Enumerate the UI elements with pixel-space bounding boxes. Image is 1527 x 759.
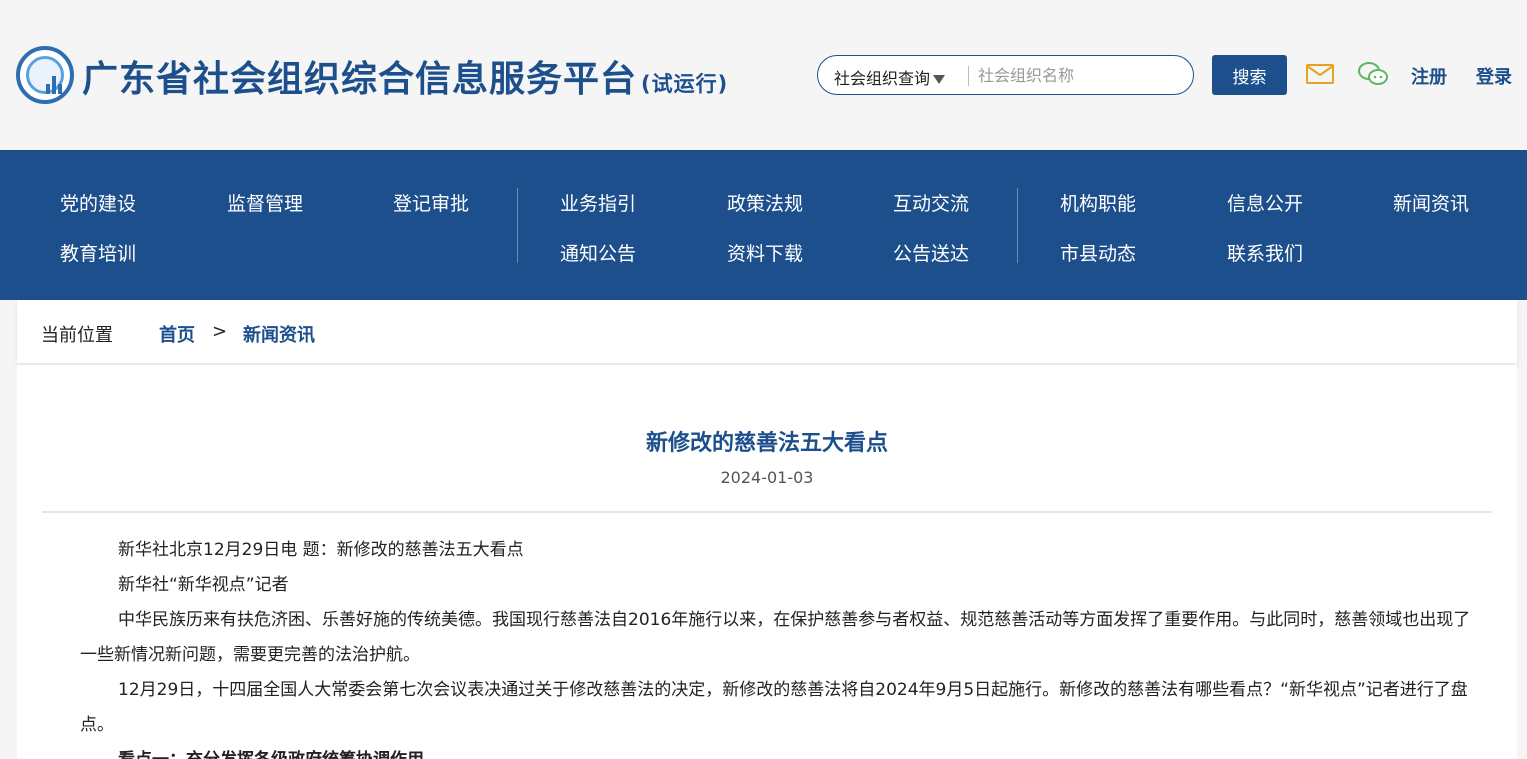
article-subheading: 看点一：充分发挥各级政府统筹协调作用: [80, 743, 1480, 759]
register-link[interactable]: 注册: [1411, 63, 1447, 89]
search-input[interactable]: [978, 60, 1178, 90]
search-type-label: 社会组织查询: [834, 69, 931, 88]
nav-separator: [517, 188, 518, 263]
nav-item-contact[interactable]: 联系我们: [1227, 239, 1303, 266]
nav-item-registration[interactable]: 登记审批: [393, 189, 469, 216]
mail-icon[interactable]: [1306, 64, 1334, 84]
article-title: 新修改的慈善法五大看点: [645, 431, 888, 456]
search-divider: [968, 66, 969, 86]
nav-separator: [1017, 188, 1018, 263]
breadcrumb-label: 当前位置: [41, 325, 113, 346]
logo-emblem-icon[interactable]: [16, 46, 74, 104]
nav-item-party-building[interactable]: 党的建设: [60, 189, 136, 216]
site-header: 广东省社会组织综合信息服务平台(试运行) 社会组织查询 搜索 注册 登录: [0, 0, 1527, 150]
article-paragraph: 中华民族历来有扶危济困、乐善好施的传统美德。我国现行慈善法自2016年施行以来，…: [80, 610, 1471, 665]
caret-down-icon: [933, 75, 946, 84]
article: 新修改的慈善法五大看点 2024-01-03 新华社北京12月29日电 题：新修…: [17, 365, 1517, 759]
breadcrumb-current[interactable]: 新闻资讯: [243, 321, 315, 347]
search-type-select[interactable]: 社会组织查询: [834, 65, 946, 89]
breadcrumb: 当前位置 首页 > 新闻资讯: [17, 300, 1517, 363]
nav-item-news[interactable]: 新闻资讯: [1393, 189, 1469, 216]
article-divider: [42, 511, 1492, 513]
nav-item-city-county-news[interactable]: 市县动态: [1060, 239, 1136, 266]
breadcrumb-separator: >: [212, 321, 228, 342]
main-nav: 党的建设 监督管理 登记审批 业务指引 政策法规 互动交流 机构职能 信息公开 …: [0, 150, 1527, 300]
nav-item-policy[interactable]: 政策法规: [727, 189, 803, 216]
site-subtitle: (试运行): [641, 72, 729, 96]
wechat-icon[interactable]: [1357, 60, 1389, 88]
article-date: 2024-01-03: [720, 468, 814, 487]
search-box: 社会组织查询: [817, 55, 1194, 95]
nav-item-downloads[interactable]: 资料下载: [727, 239, 803, 266]
nav-item-disclosure[interactable]: 信息公开: [1227, 189, 1303, 216]
article-paragraph: 新华社“新华视点”记者: [118, 575, 289, 595]
nav-item-training[interactable]: 教育培训: [60, 239, 136, 266]
nav-item-interaction[interactable]: 互动交流: [893, 189, 969, 216]
article-paragraph: 新华社北京12月29日电 题：新修改的慈善法五大看点: [118, 540, 524, 560]
login-link[interactable]: 登录: [1476, 63, 1512, 89]
nav-item-functions[interactable]: 机构职能: [1060, 189, 1136, 216]
nav-item-announcement-delivery[interactable]: 公告送达: [893, 239, 969, 266]
nav-item-supervision[interactable]: 监督管理: [227, 189, 303, 216]
site-title[interactable]: 广东省社会组织综合信息服务平台 (试运行): [82, 50, 728, 102]
nav-item-notices[interactable]: 通知公告: [560, 239, 636, 266]
search-button[interactable]: 搜索: [1212, 55, 1287, 95]
article-paragraph: 12月29日，十四届全国人大常委会第七次会议表决通过关于修改慈善法的决定，新修改…: [80, 680, 1468, 735]
breadcrumb-home-link[interactable]: 首页: [159, 321, 195, 347]
nav-item-guidance[interactable]: 业务指引: [560, 189, 636, 216]
site-title-text: 广东省社会组织综合信息服务平台: [82, 59, 638, 100]
